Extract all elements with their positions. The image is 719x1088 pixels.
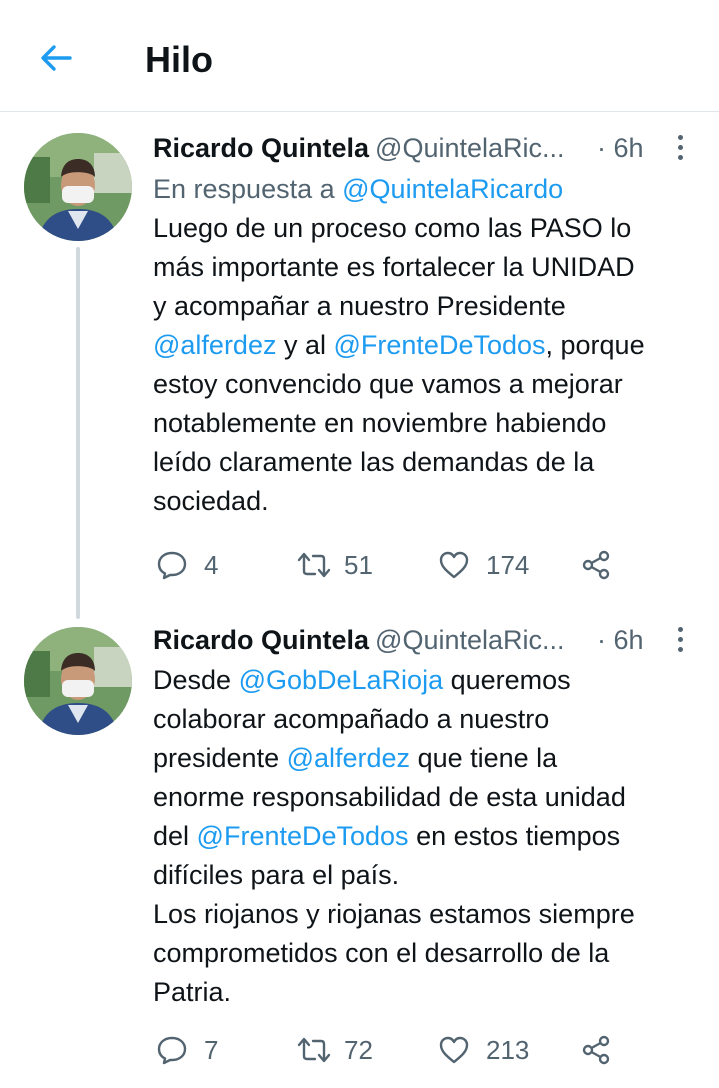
text-segment: y acompañar a nuestro Presidente bbox=[153, 291, 566, 321]
text-segment: notablemente en noviembre habiendo bbox=[153, 408, 607, 438]
text-line: colaborar acompañado a nuestro bbox=[153, 700, 693, 739]
share-button[interactable] bbox=[580, 1030, 612, 1070]
tweet-meta: Ricardo Quintela @QuintelaRic... · 6h bbox=[153, 128, 693, 168]
author-handle[interactable]: @QuintelaRic... bbox=[375, 625, 564, 655]
text-segment: del bbox=[153, 821, 197, 851]
like-count: 213 bbox=[486, 1034, 530, 1065]
retweet-count: 51 bbox=[344, 549, 373, 580]
text-segment: , porque bbox=[545, 330, 645, 360]
text-segment: Desde bbox=[153, 665, 239, 695]
text-segment: presidente bbox=[153, 743, 287, 773]
tweet-time[interactable]: · 6h bbox=[597, 128, 644, 168]
text-segment: y al bbox=[276, 330, 334, 360]
retweet-count: 72 bbox=[344, 1034, 373, 1065]
text-segment: leído claramente las demandas de la bbox=[153, 447, 595, 477]
reply-button[interactable]: 7 bbox=[156, 1030, 218, 1070]
share-icon bbox=[582, 550, 610, 580]
text-segment: Los riojanos y riojanas estamos siempre bbox=[153, 899, 635, 929]
text-segment: difíciles para el país. bbox=[153, 860, 400, 890]
mention-link[interactable]: @FrenteDeTodos bbox=[334, 330, 546, 360]
like-icon bbox=[439, 1036, 469, 1064]
text-line: Luego de un proceso como las PASO lo bbox=[153, 209, 693, 248]
text-line: presidente @alferdez que tiene la bbox=[153, 739, 693, 778]
page-title: Hilo bbox=[145, 39, 213, 80]
like-button[interactable]: 213 bbox=[438, 1030, 529, 1070]
text-line: leído claramente las demandas de la bbox=[153, 443, 693, 482]
text-line: del @FrenteDeTodos en estos tiempos bbox=[153, 817, 693, 856]
share-icon bbox=[582, 1035, 610, 1065]
tweet-text: Luego de un proceso como las PASO lo más… bbox=[153, 209, 693, 521]
tweet-actions: 7 72 213 bbox=[153, 1030, 633, 1070]
text-line: difíciles para el país. bbox=[153, 856, 693, 895]
text-segment: comprometidos con el desarrollo de la bbox=[153, 938, 610, 968]
text-line: más importante es fortalecer la UNIDAD bbox=[153, 248, 693, 287]
text-line: Los riojanos y riojanas estamos siempre bbox=[153, 895, 693, 934]
text-line: @alferdez y al @FrenteDeTodos, porque bbox=[153, 326, 693, 365]
text-segment: sociedad. bbox=[153, 486, 269, 516]
tweet-actions: 4 51 174 bbox=[153, 545, 633, 585]
reply-context: En respuesta a @QuintelaRicardo bbox=[153, 170, 693, 208]
mention-link[interactable]: @FrenteDeTodos bbox=[197, 821, 409, 851]
tweet-time[interactable]: · 6h bbox=[597, 620, 644, 660]
reply-to-mention[interactable]: @QuintelaRicardo bbox=[342, 174, 563, 204]
text-segment: Patria. bbox=[153, 977, 232, 1007]
text-line: Desde @GobDeLaRioja queremos bbox=[153, 661, 693, 700]
tweet-text: Desde @GobDeLaRioja queremos colaborar a… bbox=[153, 661, 693, 1012]
top-bar: Hilo bbox=[0, 0, 719, 112]
like-icon bbox=[439, 551, 469, 579]
text-line: estoy convencido que vamos a mejorar bbox=[153, 365, 693, 404]
tweet-meta: Ricardo Quintela @QuintelaRic... · 6h bbox=[153, 620, 693, 660]
like-button[interactable]: 174 bbox=[438, 545, 529, 585]
more-icon[interactable] bbox=[673, 132, 687, 164]
retweet-button[interactable]: 51 bbox=[296, 545, 373, 585]
mention-link[interactable]: @alferdez bbox=[287, 743, 410, 773]
text-segment: enorme responsabilidad de esta unidad bbox=[153, 782, 626, 812]
reply-icon bbox=[157, 1036, 187, 1065]
avatar[interactable] bbox=[24, 133, 132, 241]
tweet-content: Ricardo Quintela @QuintelaRic... · 6h En … bbox=[153, 128, 693, 521]
text-segment: en estos tiempos bbox=[408, 821, 621, 851]
reply-count: 7 bbox=[204, 1034, 219, 1065]
text-segment: queremos bbox=[443, 665, 571, 695]
reply-icon bbox=[157, 551, 187, 580]
more-icon[interactable] bbox=[673, 624, 687, 656]
back-arrow-icon[interactable] bbox=[36, 38, 76, 78]
text-line: y acompañar a nuestro Presidente bbox=[153, 287, 693, 326]
retweet-button[interactable]: 72 bbox=[296, 1030, 373, 1070]
text-segment: Luego de un proceso como las PASO lo bbox=[153, 213, 632, 243]
retweet-icon bbox=[297, 552, 331, 578]
text-segment: que tiene la bbox=[410, 743, 558, 773]
reply-count: 4 bbox=[204, 549, 219, 580]
retweet-icon bbox=[297, 1037, 331, 1063]
reply-button[interactable]: 4 bbox=[156, 545, 218, 585]
tweet-content: Ricardo Quintela @QuintelaRic... · 6h Des… bbox=[153, 620, 693, 1012]
text-line: Patria. bbox=[153, 973, 693, 1012]
mention-link[interactable]: @GobDeLaRioja bbox=[239, 665, 444, 695]
text-segment: estoy convencido que vamos a mejorar bbox=[153, 369, 623, 399]
text-segment: colaborar acompañado a nuestro bbox=[153, 704, 550, 734]
reply-prefix: En respuesta a bbox=[153, 174, 335, 204]
text-line: comprometidos con el desarrollo de la bbox=[153, 934, 693, 973]
mention-link[interactable]: @alferdez bbox=[153, 330, 276, 360]
thread-connector-line bbox=[76, 247, 80, 619]
text-line: enorme responsabilidad de esta unidad bbox=[153, 778, 693, 817]
author-handle[interactable]: @QuintelaRic... bbox=[375, 133, 564, 163]
text-segment: más importante es fortalecer la UNIDAD bbox=[153, 252, 635, 282]
author-name[interactable]: Ricardo Quintela bbox=[153, 625, 369, 655]
share-button[interactable] bbox=[580, 545, 612, 585]
text-line: sociedad. bbox=[153, 482, 693, 521]
text-line: notablemente en noviembre habiendo bbox=[153, 404, 693, 443]
avatar[interactable] bbox=[24, 627, 132, 735]
like-count: 174 bbox=[486, 549, 530, 580]
author-name[interactable]: Ricardo Quintela bbox=[153, 133, 369, 163]
